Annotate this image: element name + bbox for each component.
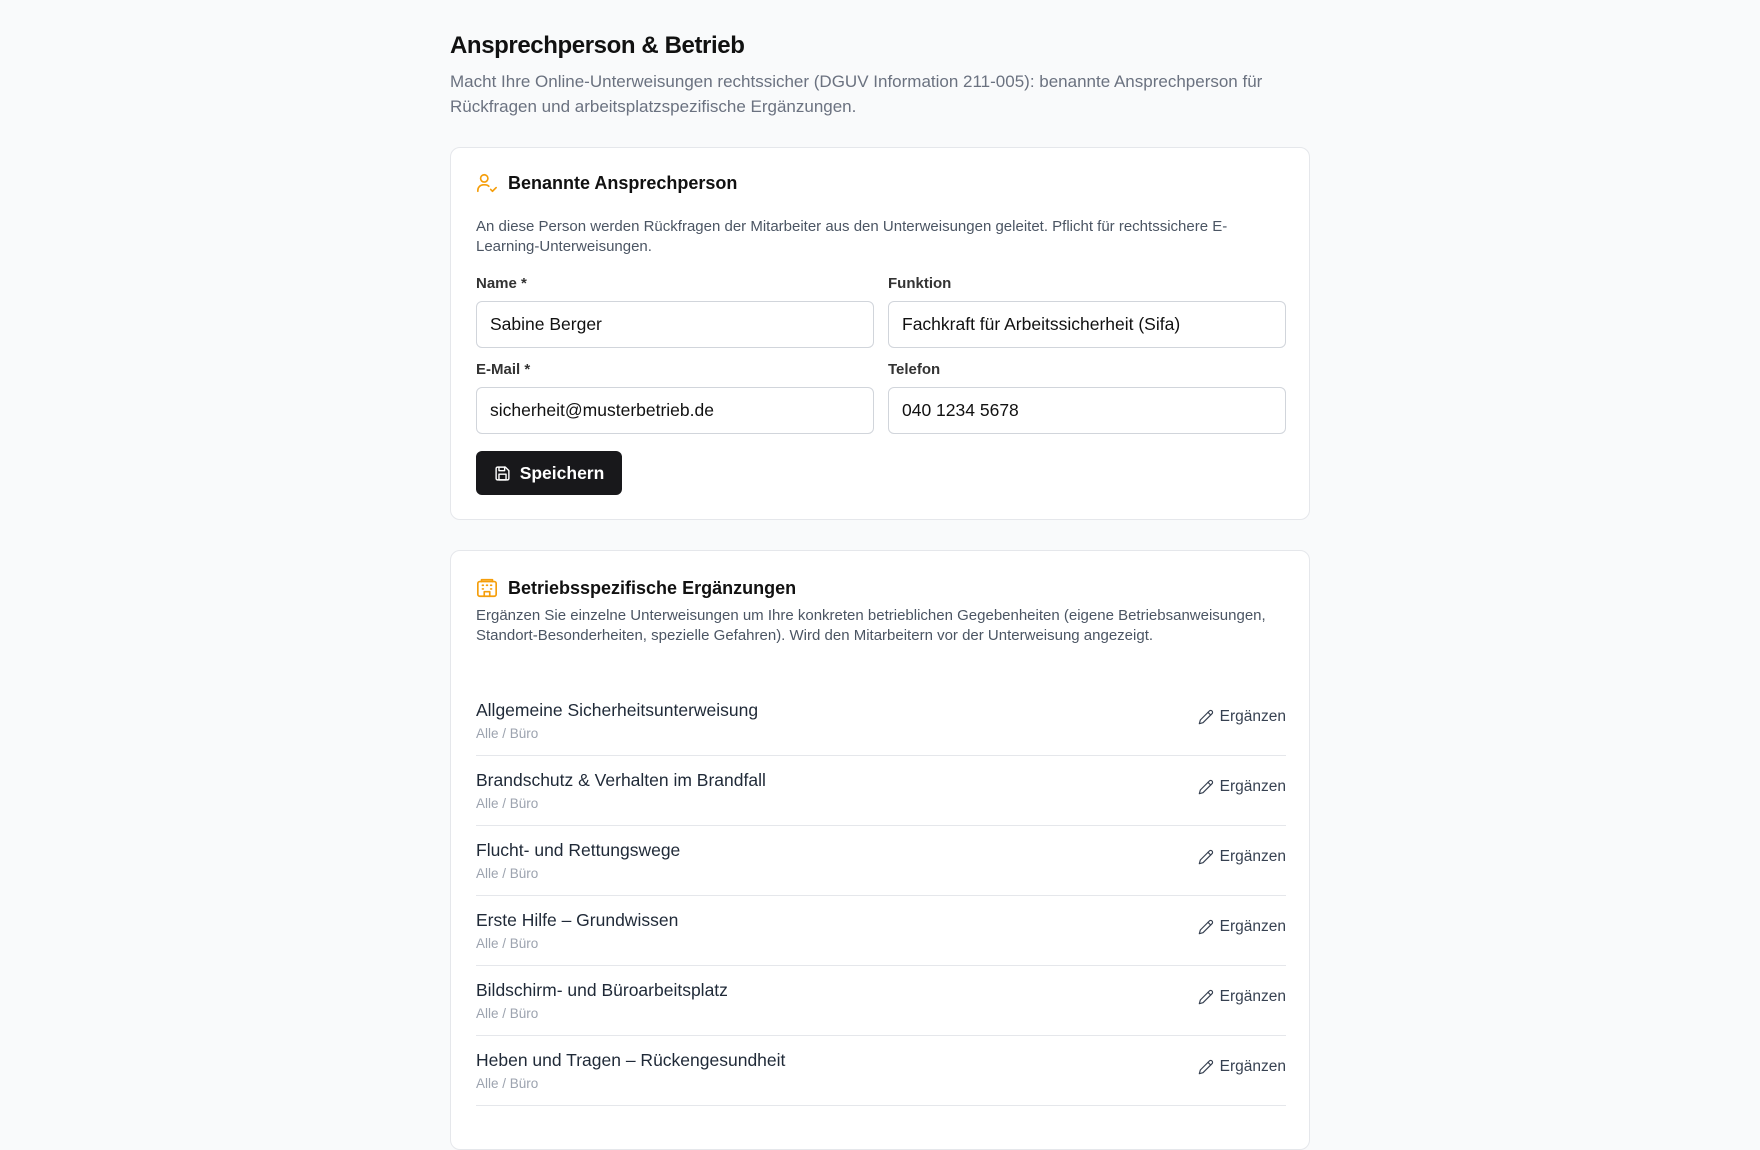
erganzen-label: Ergänzen: [1219, 708, 1286, 725]
list-item: Erste Hilfe – Grundwissen Alle / Büro Ergä…: [476, 896, 1286, 966]
pencil-icon: [1198, 919, 1213, 935]
save-button[interactable]: Speichern: [476, 451, 622, 495]
erganzen-label: Ergänzen: [1219, 1058, 1286, 1075]
contact-card-header: Benannte Ansprechperson: [476, 172, 737, 194]
pencil-icon: [1198, 989, 1213, 1005]
erganzen-label: Ergänzen: [1219, 778, 1286, 795]
erganzen-button[interactable]: Ergänzen: [1198, 848, 1286, 866]
pencil-icon: [1198, 709, 1213, 725]
contact-card-description: An diese Person werden Rückfragen der Mi…: [476, 218, 1228, 255]
save-icon: [495, 465, 510, 481]
list-item-meta: Alle / Büro: [476, 796, 539, 811]
function-input[interactable]: [888, 301, 1286, 348]
contact-person-card: Benannte Ansprechperson An diese Person …: [450, 147, 1310, 520]
function-field: Funktion: [888, 275, 1286, 348]
pencil-icon: [1198, 849, 1213, 865]
erganzen-button[interactable]: Ergänzen: [1198, 918, 1286, 936]
user-check-icon: [477, 173, 497, 193]
list-item: Heben und Tragen – Rückengesundheit Alle …: [476, 1036, 1286, 1106]
erganzen-label: Ergänzen: [1219, 988, 1286, 1005]
list-item-meta: Alle / Büro: [476, 1006, 539, 1021]
list-item: Allgemeine Sicherheitsunterweisung Alle /…: [476, 686, 1286, 756]
supplements-card-description: Ergänzen Sie einzelne Unterweisungen um …: [476, 607, 1266, 644]
list-item-meta: Alle / Büro: [476, 726, 539, 741]
email-field: E-Mail *: [476, 361, 874, 434]
pencil-icon: [1198, 1059, 1213, 1075]
email-input[interactable]: [476, 387, 874, 434]
list-item-meta: Alle / Büro: [476, 866, 539, 881]
list-item-title: Allgemeine Sicherheitsunterweisung: [476, 700, 759, 720]
erganzen-button[interactable]: Ergänzen: [1198, 708, 1286, 726]
supplements-card-title: Betriebsspezifische Ergänzungen: [508, 577, 797, 598]
list-item: Bildschirm- und Büroarbeitsplatz Alle / B…: [476, 966, 1286, 1036]
erganzen-button[interactable]: Ergänzen: [1198, 778, 1286, 796]
phone-label: Telefon: [888, 361, 941, 378]
phone-input[interactable]: [888, 387, 1286, 434]
page-subtitle: Macht Ihre Online-Unterweisungen rechtss…: [450, 72, 1263, 116]
phone-field: Telefon: [888, 361, 1286, 434]
list-item-title: Heben und Tragen – Rückengesundheit: [476, 1050, 786, 1070]
list-item-title: Erste Hilfe – Grundwissen: [476, 910, 679, 930]
list-item: Brandschutz & Verhalten im Brandfall Alle…: [476, 756, 1286, 826]
list-item-title: Brandschutz & Verhalten im Brandfall: [476, 770, 766, 790]
name-field: Name *: [476, 275, 874, 348]
erganzen-button[interactable]: Ergänzen: [1198, 1058, 1286, 1076]
name-label: Name *: [476, 275, 527, 292]
list-item-meta: Alle / Büro: [476, 936, 539, 951]
erganzen-button[interactable]: Ergänzen: [1198, 988, 1286, 1006]
erganzen-label: Ergänzen: [1219, 918, 1286, 935]
pencil-icon: [1198, 779, 1213, 795]
list-item-title: Flucht- und Rettungswege: [476, 840, 681, 860]
save-button-label: Speichern: [519, 462, 605, 483]
email-label: E-Mail *: [476, 361, 531, 378]
erganzen-label: Ergänzen: [1219, 848, 1286, 865]
supplements-card-header: Betriebsspezifische Ergänzungen: [476, 577, 796, 599]
contact-card-title: Benannte Ansprechperson: [508, 172, 738, 193]
supplements-list: Allgemeine Sicherheitsunterweisung Alle /…: [476, 686, 1286, 1106]
name-input[interactable]: [476, 301, 874, 348]
list-item: Flucht- und Rettungswege Alle / Büro Ergän…: [476, 826, 1286, 896]
list-item-title: Bildschirm- und Büroarbeitsplatz: [476, 980, 728, 1000]
function-label: Funktion: [888, 275, 952, 292]
supplements-card: Betriebsspezifische Ergänzungen Ergänzen…: [450, 550, 1310, 1150]
list-item-meta: Alle / Büro: [476, 1076, 539, 1091]
page-title: Ansprechperson & Betrieb: [450, 32, 745, 59]
building-icon: [477, 578, 497, 598]
